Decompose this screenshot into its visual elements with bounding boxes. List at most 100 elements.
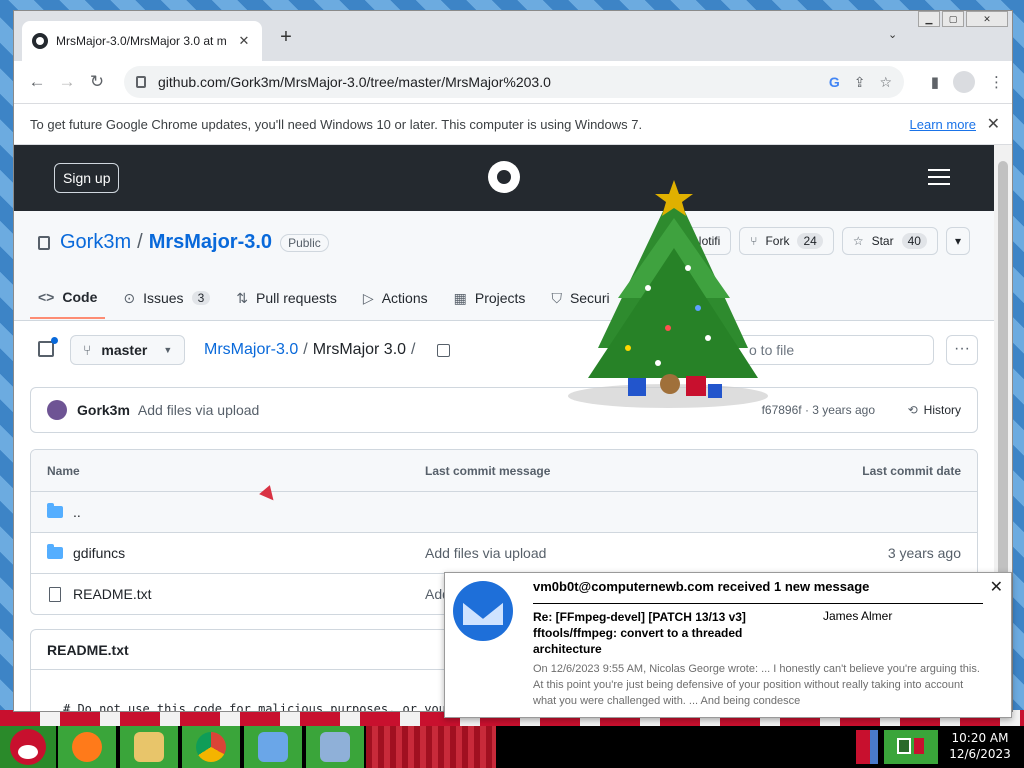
notification-sender: James Almer bbox=[823, 609, 893, 623]
commit-sha-time[interactable]: f67896f · 3 years ago bbox=[762, 403, 875, 417]
repo-name-link[interactable]: MrsMajor-3.0 bbox=[149, 231, 272, 254]
taskbar-firefox[interactable] bbox=[58, 726, 116, 768]
table-row[interactable]: .. bbox=[31, 491, 977, 532]
star-dropdown-button[interactable]: ▾ bbox=[945, 227, 970, 255]
browser-tab[interactable]: MrsMajor-3.0/MrsMajor 3.0 at m ✕ bbox=[22, 21, 262, 61]
tab-pull-requests-label: Pull requests bbox=[255, 290, 337, 306]
table-icon: ▦ bbox=[453, 289, 467, 306]
notification-close-icon[interactable]: ✕ bbox=[990, 577, 1003, 597]
tab-close-icon[interactable]: ✕ bbox=[236, 33, 252, 49]
taskbar: 10:20 AM 12/6/2023 bbox=[0, 726, 1024, 768]
side-panel-icon[interactable]: ▮ bbox=[931, 73, 939, 91]
copy-path-icon[interactable] bbox=[436, 343, 450, 357]
star-button[interactable]: ☆ Star 40 bbox=[841, 227, 938, 255]
google-lens-icon[interactable]: G bbox=[829, 74, 840, 90]
file-icon bbox=[49, 586, 61, 602]
infobar-close-icon[interactable]: ✕ bbox=[987, 114, 1000, 134]
folder-icon bbox=[47, 544, 63, 559]
tab-search-icon[interactable]: ⌄ bbox=[888, 28, 897, 41]
folder-icon bbox=[134, 732, 164, 762]
file-navigation: ⑂ master ▼ MrsMajor-3.0 / MrsMajor 3.0 /… bbox=[14, 321, 994, 381]
col-date-header: Last commit date bbox=[862, 463, 961, 478]
taskbar-explorer[interactable] bbox=[120, 726, 178, 768]
tab-projects[interactable]: ▦ Projects bbox=[446, 283, 534, 319]
caret-down-icon: ▼ bbox=[163, 345, 173, 355]
commit-message[interactable]: Add files via upload bbox=[138, 402, 259, 418]
lock-icon[interactable] bbox=[136, 76, 146, 88]
taskbar-chrome[interactable] bbox=[182, 726, 240, 768]
tab-code[interactable]: <> Code bbox=[30, 283, 106, 319]
tab-issues[interactable]: ⊙ Issues 3 bbox=[115, 283, 218, 319]
row-name[interactable]: gdifuncs bbox=[73, 545, 125, 561]
taskbar-remote[interactable] bbox=[306, 726, 364, 768]
system-tray bbox=[884, 730, 938, 764]
visibility-badge: Public bbox=[280, 233, 329, 252]
tray-area-blue bbox=[870, 730, 878, 764]
notification-subject[interactable]: Re: [FFmpeg-devel] [PATCH 13/13 v3] ffto… bbox=[533, 609, 773, 657]
profile-avatar-icon[interactable] bbox=[953, 71, 975, 93]
toolbar-right: ▮ ⋮ bbox=[917, 71, 1004, 93]
repo-owner-link[interactable]: Gork3m bbox=[60, 231, 131, 254]
tab-projects-label: Projects bbox=[474, 290, 526, 306]
new-tab-button[interactable]: + bbox=[276, 26, 296, 49]
notification-preview: On 12/6/2023 9:55 AM, Nicolas George wro… bbox=[533, 663, 980, 707]
scrollbar-thumb[interactable] bbox=[998, 161, 1008, 581]
forward-icon[interactable]: → bbox=[52, 72, 82, 92]
chrome-menu-icon[interactable]: ⋮ bbox=[989, 73, 1004, 91]
taskbar-decoration bbox=[366, 726, 496, 768]
share-icon[interactable]: ⇪ bbox=[854, 74, 866, 91]
branch-selector[interactable]: ⑂ master ▼ bbox=[70, 335, 186, 365]
tab-title: MrsMajor-3.0/MrsMajor 3.0 at m bbox=[56, 34, 227, 48]
tab-strip: MrsMajor-3.0/MrsMajor 3.0 at m ✕ + ⌄ ▁ ▢… bbox=[14, 11, 1012, 61]
github-logo-icon[interactable] bbox=[488, 161, 520, 193]
action-center-flag-icon[interactable] bbox=[914, 738, 924, 754]
thunderbird-notification[interactable]: vm0b0t@computernewb.com received 1 new m… bbox=[444, 572, 1012, 718]
row-name[interactable]: README.txt bbox=[73, 586, 152, 602]
play-icon: ▷ bbox=[362, 289, 374, 306]
learn-more-link[interactable]: Learn more bbox=[910, 117, 976, 132]
table-row[interactable]: gdifuncs Add files via upload 3 years ag… bbox=[31, 532, 977, 573]
firefox-icon bbox=[72, 732, 102, 762]
github-header: Sign up bbox=[14, 145, 994, 211]
latest-commit-bar: Gork3m Add files via upload f67896f · 3 … bbox=[30, 387, 978, 433]
christmas-tree-icon bbox=[568, 180, 768, 408]
issue-icon: ⊙ bbox=[123, 289, 136, 306]
more-options-button[interactable]: ··· bbox=[946, 335, 978, 365]
start-button[interactable] bbox=[0, 726, 56, 768]
col-msg-header: Last commit message bbox=[425, 463, 551, 478]
table-header: Name Last commit message Last commit dat… bbox=[31, 450, 977, 491]
star-count: 40 bbox=[901, 233, 927, 249]
breadcrumb-root-link[interactable]: MrsMajor-3.0 bbox=[204, 341, 298, 359]
row-name[interactable]: .. bbox=[73, 504, 81, 520]
network-icon[interactable] bbox=[897, 738, 911, 754]
clock-icon: ⟲ bbox=[907, 403, 918, 417]
picture-icon bbox=[258, 732, 288, 762]
bookmark-star-icon[interactable]: ☆ bbox=[879, 74, 892, 91]
notification-divider bbox=[533, 603, 983, 604]
side-panel-toggle-icon[interactable] bbox=[38, 337, 58, 357]
close-window-button[interactable]: ✕ bbox=[966, 11, 1008, 27]
maximize-button[interactable]: ▢ bbox=[942, 11, 964, 27]
minimize-button[interactable]: ▁ bbox=[918, 11, 940, 27]
taskbar-clock[interactable]: 10:20 AM 12/6/2023 bbox=[944, 730, 1016, 762]
avatar[interactable] bbox=[47, 400, 67, 420]
tab-issues-label: Issues bbox=[143, 290, 184, 306]
hamburger-menu-icon[interactable] bbox=[928, 169, 950, 190]
infobar-message: To get future Google Chrome updates, you… bbox=[30, 116, 643, 132]
history-label: History bbox=[923, 403, 961, 417]
url-text[interactable]: github.com/Gork3m/MrsMajor-3.0/tree/mast… bbox=[158, 74, 815, 90]
tab-actions[interactable]: ▷ Actions bbox=[355, 283, 436, 319]
commit-author[interactable]: Gork3m bbox=[77, 402, 130, 418]
tab-pull-requests[interactable]: ⇅ Pull requests bbox=[228, 283, 345, 319]
history-link[interactable]: ⟲ History bbox=[908, 403, 961, 417]
thunderbird-icon bbox=[453, 581, 513, 641]
address-bar[interactable]: github.com/Gork3m/MrsMajor-3.0/tree/mast… bbox=[124, 66, 904, 98]
taskbar-paint[interactable] bbox=[244, 726, 302, 768]
santa-start-icon bbox=[10, 729, 46, 765]
back-icon[interactable]: ← bbox=[22, 72, 52, 92]
reload-icon[interactable]: ↻ bbox=[82, 72, 112, 92]
repo-header: Gork3m / MrsMajor-3.0 Public 🔔︎ Notifi ⑂… bbox=[14, 211, 994, 321]
sign-up-button[interactable]: Sign up bbox=[54, 163, 120, 193]
breadcrumb-separator: / bbox=[303, 341, 308, 358]
row-msg[interactable]: Add files via upload bbox=[425, 545, 546, 561]
